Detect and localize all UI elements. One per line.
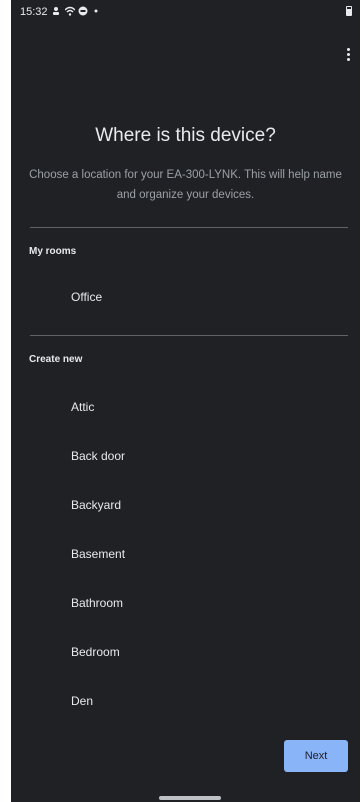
notification-icon (53, 7, 59, 15)
room-office[interactable]: Office (71, 290, 102, 304)
screen: 15:32 Where is this device? Choose a loc… (11, 0, 360, 802)
room-bedroom[interactable]: Bedroom (71, 645, 120, 659)
dot-icon (94, 9, 98, 13)
battery-icon (346, 6, 352, 16)
next-button[interactable]: Next (284, 740, 348, 772)
gesture-bar[interactable] (159, 796, 221, 800)
room-backyard[interactable]: Backyard (71, 498, 121, 512)
wifi-icon (65, 6, 75, 16)
divider (30, 227, 348, 228)
divider (30, 335, 348, 336)
status-bar: 15:32 (11, 0, 360, 24)
status-time: 15:32 (20, 6, 48, 18)
room-den[interactable]: Den (71, 694, 93, 708)
cast-icon (78, 6, 88, 16)
page-title: Where is this device? (95, 125, 276, 146)
room-attic[interactable]: Attic (71, 400, 94, 414)
section-label-my-rooms: My rooms (29, 246, 77, 257)
section-label-create-new: Create new (29, 354, 83, 365)
room-basement[interactable]: Basement (71, 547, 125, 561)
page-subtitle: Choose a location for your EA-300-LYNK. … (29, 169, 342, 201)
overflow-menu-icon[interactable] (342, 46, 354, 64)
room-back-door[interactable]: Back door (71, 449, 125, 463)
room-bathroom[interactable]: Bathroom (71, 596, 123, 610)
